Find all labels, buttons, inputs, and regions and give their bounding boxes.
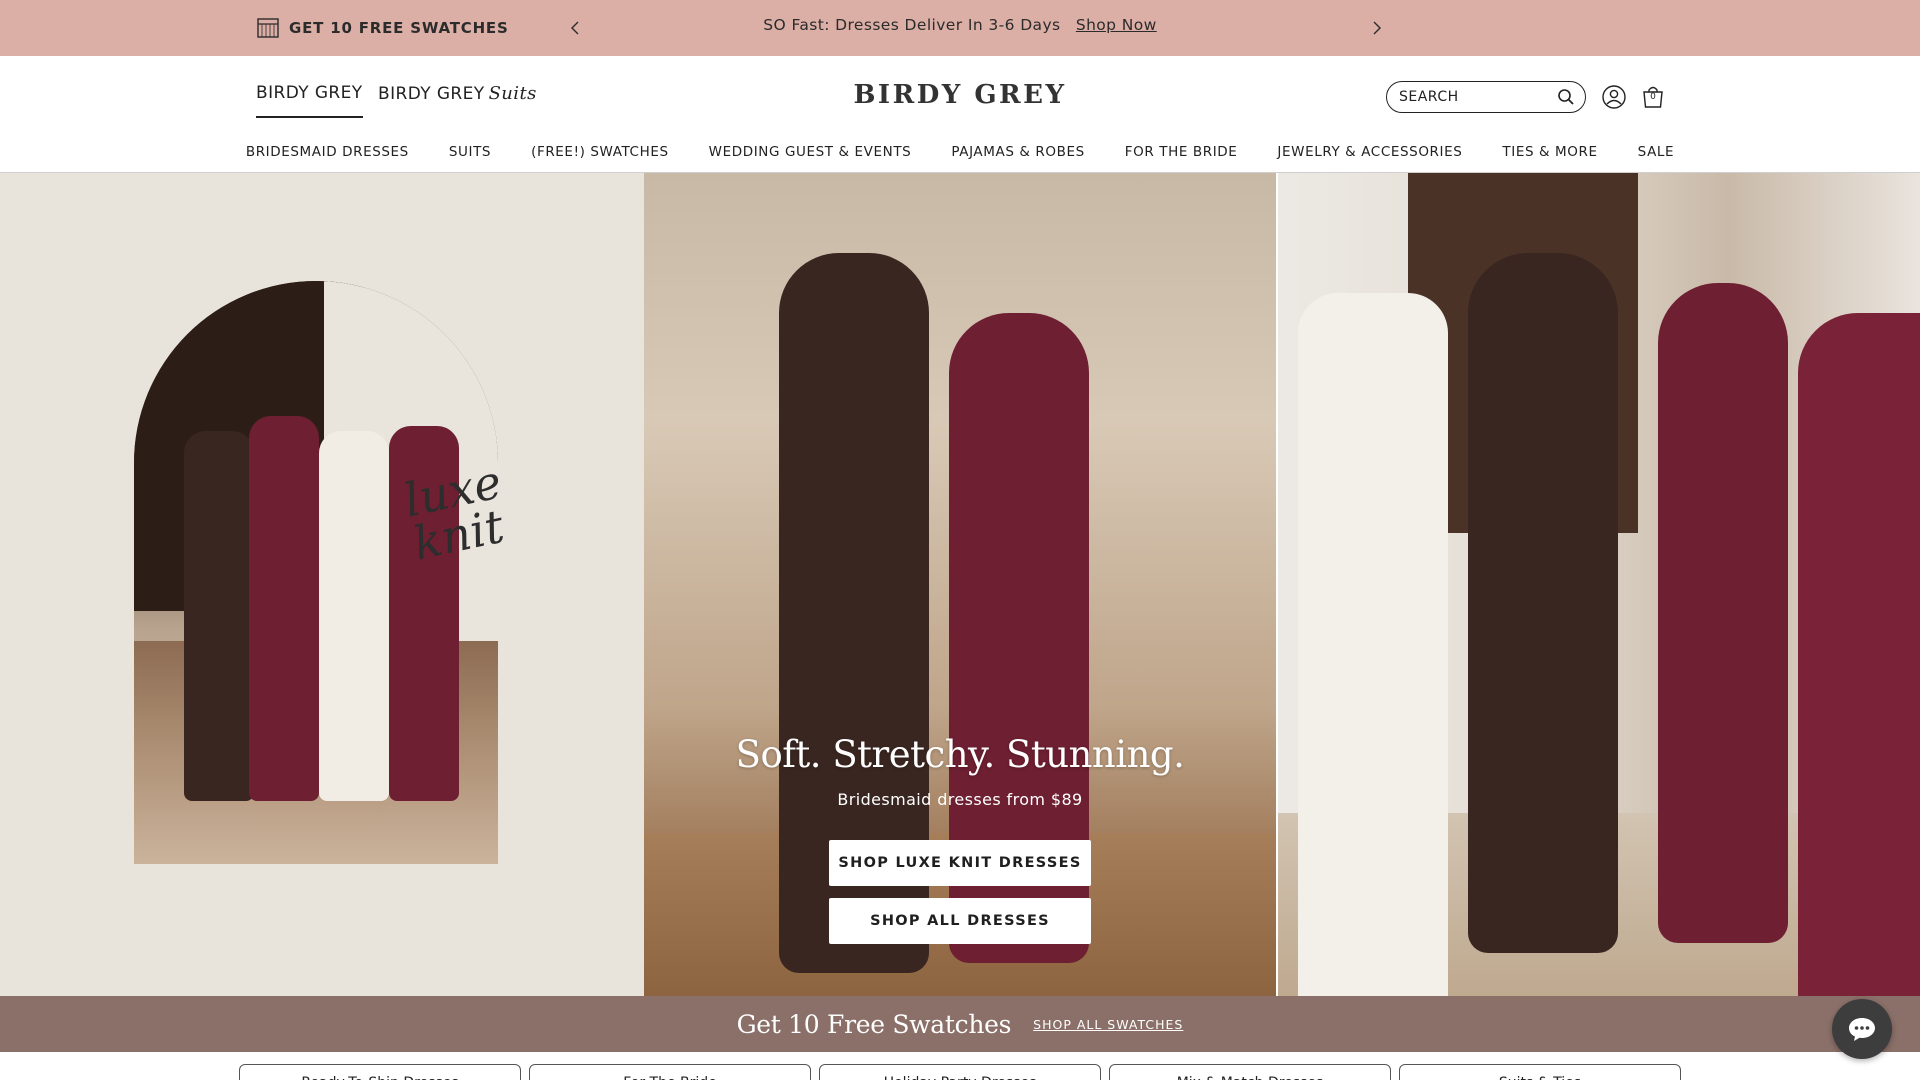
bride-figure [1298, 293, 1448, 996]
search-icon[interactable] [1557, 88, 1575, 106]
hero-right-photo [1278, 173, 1920, 996]
category-card[interactable]: Suits & Ties [1399, 1064, 1681, 1080]
site-header: BIRDY GREY BIRDY GREYSuits BIRDY GREY 0 … [0, 56, 1920, 173]
hero-title: Soft. Stretchy. Stunning. [735, 733, 1185, 776]
hero-subtitle: Bridesmaid dresses from $89 [837, 790, 1083, 809]
chat-button[interactable] [1832, 999, 1892, 1059]
nav-free-swatches[interactable]: (FREE!) SWATCHES [511, 136, 689, 168]
account-button[interactable] [1601, 84, 1627, 110]
chat-bubble-icon [1849, 1018, 1875, 1041]
category-card[interactable]: Mix & Match Dresses [1109, 1064, 1391, 1080]
site-logo[interactable]: BIRDY GREY [0, 80, 1920, 110]
bridesmaid-figure [1658, 283, 1788, 943]
category-card[interactable]: Ready-To-Ship Dresses [239, 1064, 521, 1080]
announcement-message: SO Fast: Dresses Deliver In 3-6 Days Sho… [0, 16, 1920, 34]
hero-copy: Soft. Stretchy. Stunning. Bridesmaid dre… [0, 733, 1920, 809]
nav-ties-more[interactable]: TIES & MORE [1482, 136, 1617, 168]
nav-wedding-guest-events[interactable]: WEDDING GUEST & EVENTS [689, 136, 932, 168]
free-swatches-strip: Get 10 Free Swatches SHOP ALL SWATCHES [0, 996, 1920, 1052]
shop-now-link[interactable]: Shop Now [1076, 16, 1157, 34]
bridesmaid-figure [1468, 253, 1618, 953]
shop-all-swatches-link[interactable]: SHOP ALL SWATCHES [1033, 1017, 1183, 1032]
category-cards: Ready-To-Ship Dresses For The Bride Holi… [239, 1064, 1681, 1080]
announcement-bar: GET 10 FREE SWATCHES SO Fast: Dresses De… [0, 0, 1920, 56]
announcement-next-button[interactable] [1367, 16, 1387, 40]
hero-banner[interactable]: luxe knit Soft. Stretchy. Stunning. Brid… [0, 173, 1920, 996]
nav-jewelry-accessories[interactable]: JEWELRY & ACCESSORIES [1257, 136, 1482, 168]
bag-count: 0 [1650, 92, 1656, 102]
main-nav: BRIDESMAID DRESSES SUITS (FREE!) SWATCHE… [0, 136, 1920, 168]
announcement-text: SO Fast: Dresses Deliver In 3-6 Days [763, 16, 1061, 34]
chevron-right-icon [1373, 21, 1381, 35]
shopping-bag-button[interactable]: 0 [1640, 84, 1666, 110]
nav-sale[interactable]: SALE [1618, 136, 1695, 168]
nav-pajamas-robes[interactable]: PAJAMAS & ROBES [931, 136, 1104, 168]
bridesmaid-figure [1798, 313, 1920, 996]
swatch-strip-title: Get 10 Free Swatches [736, 1009, 1012, 1039]
shop-luxe-knit-button[interactable]: SHOP LUXE KNIT DRESSES [829, 840, 1091, 886]
user-icon [1602, 85, 1626, 109]
nav-suits[interactable]: SUITS [429, 136, 511, 168]
nav-for-the-bride[interactable]: FOR THE BRIDE [1105, 136, 1258, 168]
search-input[interactable] [1399, 89, 1557, 105]
hero-left-panel: luxe knit [0, 173, 644, 996]
category-card[interactable]: For The Bride [529, 1064, 811, 1080]
search-box [1386, 81, 1586, 113]
category-card[interactable]: Holiday Party Dresses [819, 1064, 1101, 1080]
shop-all-dresses-button[interactable]: SHOP ALL DRESSES [829, 898, 1091, 944]
nav-bridesmaid-dresses[interactable]: BRIDESMAID DRESSES [226, 136, 429, 168]
